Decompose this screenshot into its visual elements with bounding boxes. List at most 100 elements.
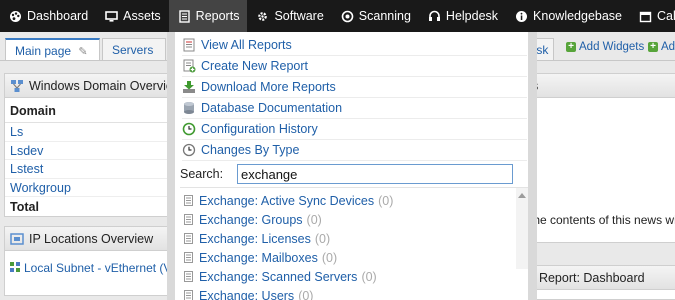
add-other-label: Ad [661,41,675,53]
report-icon [184,195,193,206]
search-result-item[interactable]: Exchange: Users (0) [180,286,528,300]
menu-label: Database Documentation [201,101,343,115]
menu-changes-by-type[interactable]: Changes By Type [182,140,527,161]
domain-row[interactable]: Ls [5,123,179,142]
nav-label: Assets [123,9,161,23]
widget-title: t Report: Dashboard [532,270,645,285]
calendar-icon [639,10,652,23]
headset-icon [428,10,441,23]
search-label: Search: [180,167,224,181]
ip-location-label: Local Subnet - vEthernet (Vir [24,261,178,275]
result-count: (0) [314,231,331,246]
nav-label: Caler [657,9,675,23]
subnet-icon [10,261,20,275]
nav-assets[interactable]: Assets [96,0,169,32]
menu-label: Changes By Type [201,143,300,157]
result-count: (0) [298,288,314,300]
nav-label: Scanning [358,9,411,23]
menu-configuration-history[interactable]: Configuration History [182,119,527,140]
menu-label: Download More Reports [201,80,336,94]
tab-label: Main page [15,44,72,58]
search-results-list: Exchange: Active Sync Devices (0) Exchan… [180,187,528,300]
history-icon [182,122,196,136]
scroll-up-arrow-icon[interactable] [518,193,526,198]
search-result-item[interactable]: Exchange: Mailboxes (0) [180,248,528,267]
nav-label: Knowledgebase [533,9,623,23]
add-other-button[interactable]: + Ad [648,41,675,53]
report-widget: t Report: Dashboard [527,265,675,300]
report-icon [184,271,193,282]
domain-total: Total [10,200,39,214]
search-result-item[interactable]: Exchange: Groups (0) [180,210,528,229]
domain-column-header: Domain [5,98,179,123]
report-icon [184,252,193,263]
result-count: (0) [378,193,394,208]
widget-header: IP Locations Overview [5,227,179,251]
search-result-item[interactable]: Exchange: Scanned Servers (0) [180,267,528,286]
result-label: Exchange: Users [199,288,295,300]
tab-main-page[interactable]: Main page ✎ [5,38,100,61]
menu-download-more-reports[interactable]: Download More Reports [182,77,527,98]
widget-title: IP Locations Overview [29,231,154,246]
menu-label: Create New Report [201,59,308,73]
menu-label: Configuration History [201,122,318,136]
pencil-icon[interactable]: ✎ [78,45,87,58]
result-count: (0) [361,269,377,284]
nav-software[interactable]: Software [247,0,331,32]
search-result-item[interactable]: Exchange: Active Sync Devices (0) [180,191,528,210]
reports-dropdown: View All Reports Create New Report Downl… [167,32,537,300]
domain-row[interactable]: Lstest [5,160,179,179]
nav-label: Reports [195,9,240,23]
top-navigation-bar: Dashboard Assets Reports Software Scanni… [0,0,675,32]
palette-icon [9,10,22,23]
report-search-input[interactable] [237,164,513,184]
radar-icon [341,10,354,23]
reports-dropdown-panel: View All Reports Create New Report Downl… [175,32,528,300]
nav-label: Software [274,9,324,23]
result-label: Exchange: Mailboxes [199,250,318,265]
network-icon [10,79,24,93]
plus-icon: + [648,42,658,52]
nav-knowledgebase[interactable]: Knowledgebase [506,0,630,32]
add-widgets-label: Add Widgets [579,41,645,53]
results-scrollbar[interactable] [516,188,528,269]
nav-scanning[interactable]: Scanning [332,0,419,32]
result-count: (0) [321,250,338,265]
report-search-row: Search: [180,164,513,184]
ip-locations-widget: IP Locations Overview Local Subnet - vEt… [4,226,180,296]
ip-location-row[interactable]: Local Subnet - vEthernet (Vir [5,251,179,285]
report-icon [184,290,193,300]
search-result-item[interactable]: Exchange: Licenses (0) [180,229,528,248]
result-label: Exchange: Active Sync Devices [199,193,375,208]
monitor-icon [105,10,118,23]
nav-label: Dashboard [27,9,89,23]
domain-row[interactable]: Workgroup [5,179,179,197]
ip-location-icon [10,232,24,246]
document-icon [178,9,191,23]
news-widget: s The contents of this news wi [526,73,675,243]
widget-title: Windows Domain Overview [29,78,179,93]
result-label: Exchange: Licenses [199,231,311,246]
nav-helpdesk[interactable]: Helpdesk [419,0,506,32]
domain-row[interactable]: Lsdev [5,142,179,160]
result-label: Exchange: Scanned Servers [199,269,358,284]
widget-header: t Report: Dashboard [528,266,675,290]
info-icon [515,10,528,23]
report-icon [184,214,193,225]
database-icon [182,101,196,115]
result-count: (0) [306,212,322,227]
windows-domain-widget: Windows Domain Overview Domain Ls Lsdev … [4,73,180,217]
nav-dashboard[interactable]: Dashboard [0,0,96,32]
add-widgets-button[interactable]: + Add Widgets [566,41,644,53]
news-text: The contents of this news wi [526,213,675,227]
menu-database-documentation[interactable]: Database Documentation [182,98,527,119]
nav-calendar[interactable]: Caler [630,0,675,32]
menu-label: View All Reports [201,38,292,52]
menu-view-all-reports[interactable]: View All Reports [182,35,527,56]
report-list-icon [182,38,196,52]
menu-create-new-report[interactable]: Create New Report [182,56,527,77]
nav-label: Helpdesk [445,9,499,23]
nav-reports[interactable]: Reports [168,0,248,32]
report-icon [184,233,193,244]
tab-servers[interactable]: Servers [102,38,166,61]
